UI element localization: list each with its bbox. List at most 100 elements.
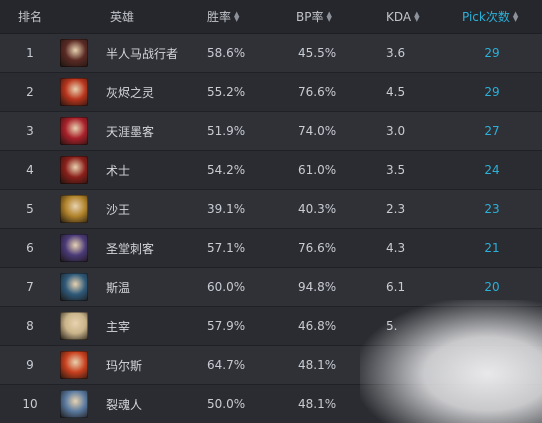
table-row[interactable]: 7 斯温 60.0% 94.8% 6.1 20	[0, 268, 542, 307]
hero-name[interactable]: 圣堂刺客	[106, 240, 154, 257]
hero-cell[interactable]: 斯温	[60, 268, 200, 306]
bp-rate-cell: 61.0%	[298, 151, 358, 189]
hero-avatar[interactable]	[60, 273, 88, 301]
win-rate-value: 54.2%	[207, 163, 246, 177]
kda-value: 6.1	[386, 280, 406, 294]
hero-name[interactable]: 沙王	[106, 201, 130, 218]
table-row[interactable]: 10 裂魂人 50.0% 48.1%	[0, 385, 542, 423]
win-rate-column-header[interactable]: 胜率 ▲ ▼	[207, 0, 267, 33]
rank-cell: 5	[10, 190, 50, 228]
sort-icon[interactable]: ▲ ▼	[513, 10, 518, 22]
rank-value: 6	[26, 241, 34, 255]
rank-cell: 7	[10, 268, 50, 306]
kda-cell: 5.	[386, 307, 436, 345]
kda-cell	[386, 346, 436, 384]
hero-avatar[interactable]	[60, 195, 88, 223]
hero-cell[interactable]: 术士	[60, 151, 200, 189]
kda-value: 3.6	[386, 46, 406, 60]
rank-value: 4	[26, 163, 34, 177]
pick-count-value: 24	[484, 163, 500, 177]
pick-count-value: 29	[484, 85, 500, 99]
hero-cell[interactable]: 玛尔斯	[60, 346, 200, 384]
rank-value: 1	[26, 46, 34, 60]
win-rate-cell: 60.0%	[207, 268, 267, 306]
kda-cell: 4.3	[386, 229, 436, 267]
hero-column-header: 英雄	[110, 0, 170, 33]
hero-cell[interactable]: 圣堂刺客	[60, 229, 200, 267]
kda-column-header[interactable]: KDA ▲ ▼	[386, 0, 436, 33]
rank-cell: 9	[10, 346, 50, 384]
kda-value: 3.0	[386, 124, 406, 138]
pick-count-cell: 29	[462, 73, 522, 111]
bp-rate-value: 45.5%	[298, 46, 337, 60]
sort-icon[interactable]: ▲ ▼	[326, 10, 331, 22]
rank-value: 10	[22, 397, 38, 411]
table-row[interactable]: 2 灰烬之灵 55.2% 76.6% 4.5 29	[0, 73, 542, 112]
win-rate-cell: 55.2%	[207, 73, 267, 111]
pick-count-header-label: Pick次数	[462, 10, 510, 24]
pick-count-cell: 24	[462, 151, 522, 189]
table-row[interactable]: 1 半人马战行者 58.6% 45.5% 3.6 29	[0, 34, 542, 73]
win-rate-value: 39.1%	[207, 202, 246, 216]
kda-value: 4.3	[386, 241, 406, 255]
table-row[interactable]: 8 主宰 57.9% 46.8% 5.	[0, 307, 542, 346]
kda-cell: 2.3	[386, 190, 436, 228]
hero-avatar[interactable]	[60, 234, 88, 262]
hero-cell[interactable]: 半人马战行者	[60, 34, 200, 72]
pick-count-cell: 29	[462, 34, 522, 72]
win-rate-value: 57.9%	[207, 319, 246, 333]
hero-avatar[interactable]	[60, 351, 88, 379]
kda-header-label: KDA	[386, 9, 412, 24]
hero-avatar[interactable]	[60, 117, 88, 145]
rank-column-header: 排名	[10, 0, 50, 33]
hero-name[interactable]: 天涯墨客	[106, 123, 154, 140]
hero-name[interactable]: 半人马战行者	[106, 45, 178, 62]
win-rate-cell: 54.2%	[207, 151, 267, 189]
table-row[interactable]: 9 玛尔斯 64.7% 48.1%	[0, 346, 542, 385]
bp-rate-cell: 46.8%	[298, 307, 358, 345]
hero-avatar[interactable]	[60, 78, 88, 106]
win-rate-cell: 39.1%	[207, 190, 267, 228]
hero-name[interactable]: 裂魂人	[106, 396, 142, 413]
hero-cell[interactable]: 裂魂人	[60, 385, 200, 423]
table-row[interactable]: 4 术士 54.2% 61.0% 3.5 24	[0, 151, 542, 190]
kda-cell: 4.5	[386, 73, 436, 111]
win-rate-cell: 58.6%	[207, 34, 267, 72]
bp-rate-value: 40.3%	[298, 202, 337, 216]
bp-rate-value: 61.0%	[298, 163, 337, 177]
sort-icon[interactable]: ▲ ▼	[414, 10, 419, 22]
win-rate-header-label: 胜率	[207, 10, 232, 24]
bp-rate-cell: 74.0%	[298, 112, 358, 150]
kda-cell: 3.5	[386, 151, 436, 189]
hero-cell[interactable]: 沙王	[60, 190, 200, 228]
pick-count-cell	[462, 346, 522, 384]
hero-avatar[interactable]	[60, 390, 88, 418]
hero-stats-table: 排名 英雄 胜率 ▲ ▼ BP率 ▲ ▼ KDA ▲ ▼ Pick次数 ▲ ▼ 1 半人…	[0, 0, 542, 423]
rank-value: 7	[26, 280, 34, 294]
hero-name[interactable]: 斯温	[106, 279, 130, 296]
hero-avatar[interactable]	[60, 39, 88, 67]
hero-name[interactable]: 玛尔斯	[106, 357, 142, 374]
bp-rate-value: 76.6%	[298, 241, 337, 255]
kda-value: 4.5	[386, 85, 406, 99]
pick-count-value: 29	[484, 46, 500, 60]
hero-name[interactable]: 术士	[106, 162, 130, 179]
win-rate-value: 50.0%	[207, 397, 246, 411]
hero-name[interactable]: 灰烬之灵	[106, 84, 154, 101]
hero-avatar[interactable]	[60, 312, 88, 340]
table-row[interactable]: 6 圣堂刺客 57.1% 76.6% 4.3 21	[0, 229, 542, 268]
hero-cell[interactable]: 天涯墨客	[60, 112, 200, 150]
rank-value: 3	[26, 124, 34, 138]
hero-name[interactable]: 主宰	[106, 318, 130, 335]
hero-cell[interactable]: 主宰	[60, 307, 200, 345]
bp-rate-column-header[interactable]: BP率 ▲ ▼	[296, 0, 356, 33]
sort-icon[interactable]: ▲ ▼	[234, 10, 239, 22]
pick-count-column-header[interactable]: Pick次数 ▲ ▼	[462, 0, 522, 33]
table-row[interactable]: 3 天涯墨客 51.9% 74.0% 3.0 27	[0, 112, 542, 151]
bp-rate-value: 74.0%	[298, 124, 337, 138]
rank-value: 9	[26, 358, 34, 372]
table-row[interactable]: 5 沙王 39.1% 40.3% 2.3 23	[0, 190, 542, 229]
rank-cell: 6	[10, 229, 50, 267]
hero-cell[interactable]: 灰烬之灵	[60, 73, 200, 111]
hero-avatar[interactable]	[60, 156, 88, 184]
